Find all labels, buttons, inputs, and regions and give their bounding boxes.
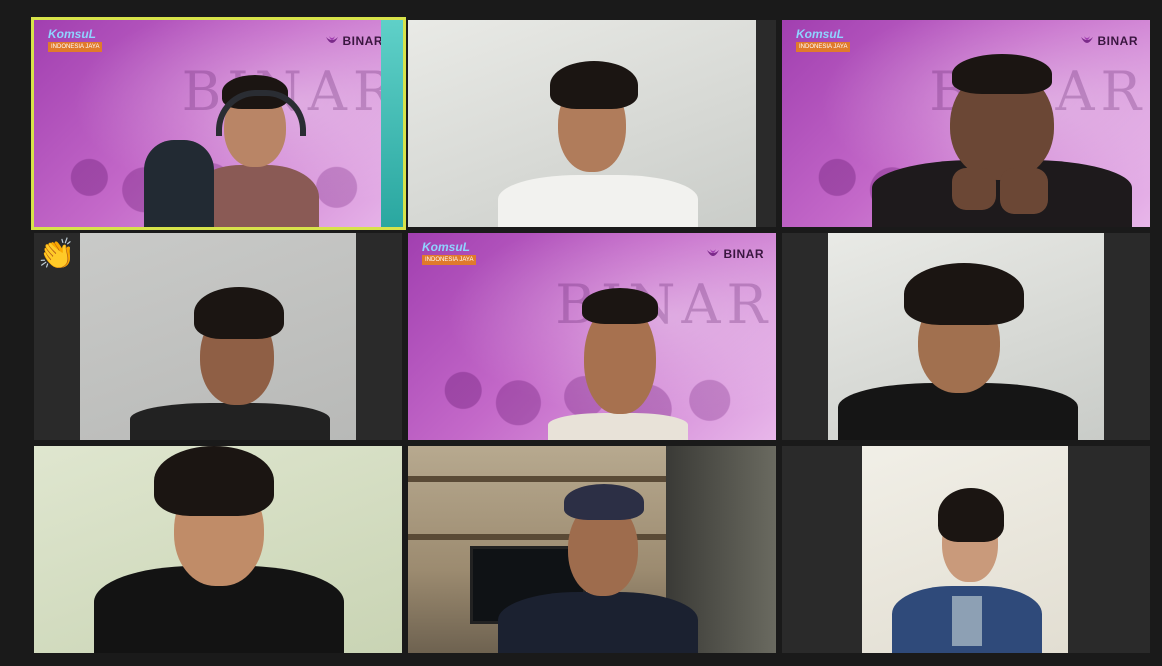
- gaming-chair: [144, 140, 214, 227]
- participant-tile[interactable]: [408, 20, 776, 227]
- binar-logo-icon: [706, 249, 719, 256]
- participant-figure: [120, 283, 340, 440]
- clap-reaction-icon: 👏: [38, 238, 76, 271]
- brand-logo-text: BINAR: [723, 247, 764, 261]
- participant-video: [408, 20, 776, 227]
- participant-video: BINAR KomsuL INDONESIA JAYA BINAR: [34, 20, 403, 227]
- participant-video: [862, 446, 1068, 653]
- participant-video: [34, 446, 402, 653]
- participant-video: [80, 233, 356, 440]
- participant-tile[interactable]: BINAR KomsuL INDONESIA JAYA BINAR: [782, 20, 1150, 227]
- hand: [1000, 168, 1048, 214]
- hand: [952, 168, 996, 210]
- event-subtitle: INDONESIA JAYA: [48, 42, 103, 52]
- participant-figure: [498, 482, 698, 653]
- video-grid: BINAR KomsuL INDONESIA JAYA BINAR KomsuL…: [0, 0, 1162, 666]
- brand-logo: BINAR: [706, 247, 765, 261]
- event-logo: KomsuL INDONESIA JAYA: [422, 241, 482, 273]
- participant-figure: [94, 446, 344, 653]
- event-title: KomsuL: [422, 240, 470, 254]
- participant-tile[interactable]: [782, 233, 1150, 440]
- participant-tile[interactable]: [34, 233, 402, 440]
- participant-video: [408, 446, 776, 653]
- brand-logo-text: BINAR: [342, 34, 383, 48]
- participant-tile[interactable]: [34, 446, 402, 653]
- binar-logo-icon: [325, 36, 338, 43]
- brand-logo: BINAR: [1080, 34, 1139, 48]
- participant-figure: [872, 50, 1132, 227]
- event-logo: KomsuL INDONESIA JAYA: [796, 28, 856, 60]
- participant-tile[interactable]: BINAR KomsuL INDONESIA JAYA BINAR: [408, 233, 776, 440]
- event-title: KomsuL: [48, 27, 96, 41]
- event-title: KomsuL: [796, 27, 844, 41]
- participant-figure: [488, 55, 708, 227]
- participant-figure: [528, 288, 708, 440]
- participant-tile[interactable]: [408, 446, 776, 653]
- participant-figure: [882, 486, 1052, 653]
- brand-logo-text: BINAR: [1097, 34, 1138, 48]
- event-logo: KomsuL INDONESIA JAYA: [48, 28, 108, 60]
- participant-tile[interactable]: BINAR KomsuL INDONESIA JAYA BINAR: [31, 17, 406, 230]
- participant-video: BINAR KomsuL INDONESIA JAYA BINAR: [408, 233, 776, 440]
- side-decoration: [381, 20, 403, 227]
- event-subtitle: INDONESIA JAYA: [796, 42, 851, 52]
- binar-logo-icon: [1080, 36, 1093, 43]
- inner-shirt: [952, 596, 982, 646]
- participant-video: BINAR KomsuL INDONESIA JAYA BINAR: [782, 20, 1150, 227]
- participant-figure: [838, 263, 1088, 440]
- brand-logo: BINAR: [325, 34, 384, 48]
- door-frame: [756, 20, 776, 227]
- event-subtitle: INDONESIA JAYA: [422, 255, 477, 265]
- participant-video: [828, 233, 1104, 440]
- participant-tile[interactable]: [782, 446, 1150, 653]
